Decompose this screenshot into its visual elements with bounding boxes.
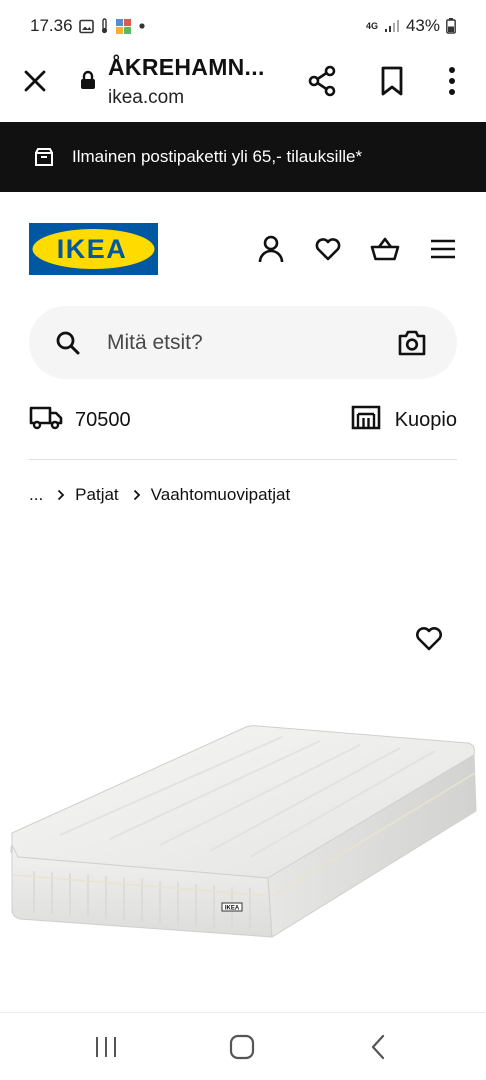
promo-text: Ilmainen postipaketti yli 65,- tilauksil… xyxy=(72,147,363,166)
main-menu-button[interactable] xyxy=(428,234,458,264)
chevron-right-icon xyxy=(57,489,65,501)
heart-icon xyxy=(315,238,341,261)
back-icon xyxy=(371,1034,385,1060)
home-button[interactable] xyxy=(222,1031,262,1063)
more-vertical-icon xyxy=(449,67,455,95)
camera-icon[interactable] xyxy=(397,329,427,357)
chevron-right-icon xyxy=(133,489,141,501)
parcel-icon xyxy=(34,147,54,167)
ikea-logo[interactable]: IKEA xyxy=(29,223,158,275)
home-icon xyxy=(229,1034,255,1060)
battery-level: 43% xyxy=(405,16,440,35)
promo-banner[interactable]: Ilmainen postipaketti yli 65,- tilauksil… xyxy=(0,122,486,192)
status-bar: 17.36 4G 43% xyxy=(0,0,486,52)
heart-icon xyxy=(416,627,442,651)
recent-apps-button[interactable] xyxy=(86,1031,126,1063)
status-time: 17.36 xyxy=(30,16,73,35)
network-type: 4G xyxy=(365,20,378,31)
lock-icon[interactable] xyxy=(80,70,96,95)
search-icon[interactable] xyxy=(55,330,81,361)
battery-icon xyxy=(446,18,456,34)
signal-icon xyxy=(384,19,400,33)
share-button[interactable] xyxy=(306,64,338,98)
gallery-icon xyxy=(78,19,94,34)
store-name: Kuopio xyxy=(394,408,457,431)
close-icon xyxy=(24,70,46,92)
delivery-postcode-button[interactable]: 70500 xyxy=(29,404,131,436)
notification-dot-icon xyxy=(138,22,146,30)
postcode-text: 70500 xyxy=(75,408,131,431)
status-right: 4G 43% xyxy=(366,16,456,36)
profile-button[interactable] xyxy=(256,234,286,264)
maps-app-icon xyxy=(115,18,132,35)
location-row: 70500 Kuopio xyxy=(29,400,457,440)
shopping-basket-button[interactable] xyxy=(370,234,400,264)
close-button[interactable] xyxy=(20,66,50,96)
product-image[interactable]: IKEA xyxy=(0,715,486,955)
breadcrumb: ... Patjat Vaahtomuovipatjat xyxy=(29,485,290,505)
recent-apps-icon xyxy=(96,1037,116,1057)
breadcrumb-item-patjat[interactable]: Patjat xyxy=(75,485,118,505)
search-bar[interactable] xyxy=(29,306,457,379)
divider xyxy=(29,459,457,460)
bookmark-icon xyxy=(381,66,403,96)
status-left: 17.36 xyxy=(30,16,146,36)
breadcrumb-ellipsis[interactable]: ... xyxy=(29,485,43,505)
store-icon xyxy=(351,404,381,436)
browser-toolbar: ÅKREHAMN... ikea.com xyxy=(0,52,486,122)
page-title[interactable]: ÅKREHAMN... xyxy=(108,54,265,81)
system-navigation-bar xyxy=(0,1012,486,1080)
store-selector-button[interactable]: Kuopio xyxy=(351,404,457,436)
menu-icon xyxy=(431,239,455,259)
product-badge: IKEA xyxy=(225,906,240,912)
page-url[interactable]: ikea.com xyxy=(108,87,184,109)
bookmark-button[interactable] xyxy=(378,64,406,98)
more-options-button[interactable] xyxy=(440,64,464,98)
add-to-favourites-button[interactable] xyxy=(414,624,444,652)
ikea-logo-text: IKEA xyxy=(57,234,128,264)
thermometer-icon xyxy=(100,18,109,34)
share-icon xyxy=(308,65,336,97)
back-button[interactable] xyxy=(358,1031,398,1063)
search-input[interactable] xyxy=(107,306,377,379)
delivery-truck-icon xyxy=(29,404,63,436)
user-icon xyxy=(258,235,284,263)
favourites-button[interactable] xyxy=(313,234,343,264)
breadcrumb-item-vaahtomuovipatjat[interactable]: Vaahtomuovipatjat xyxy=(151,485,291,505)
basket-icon xyxy=(370,237,400,261)
